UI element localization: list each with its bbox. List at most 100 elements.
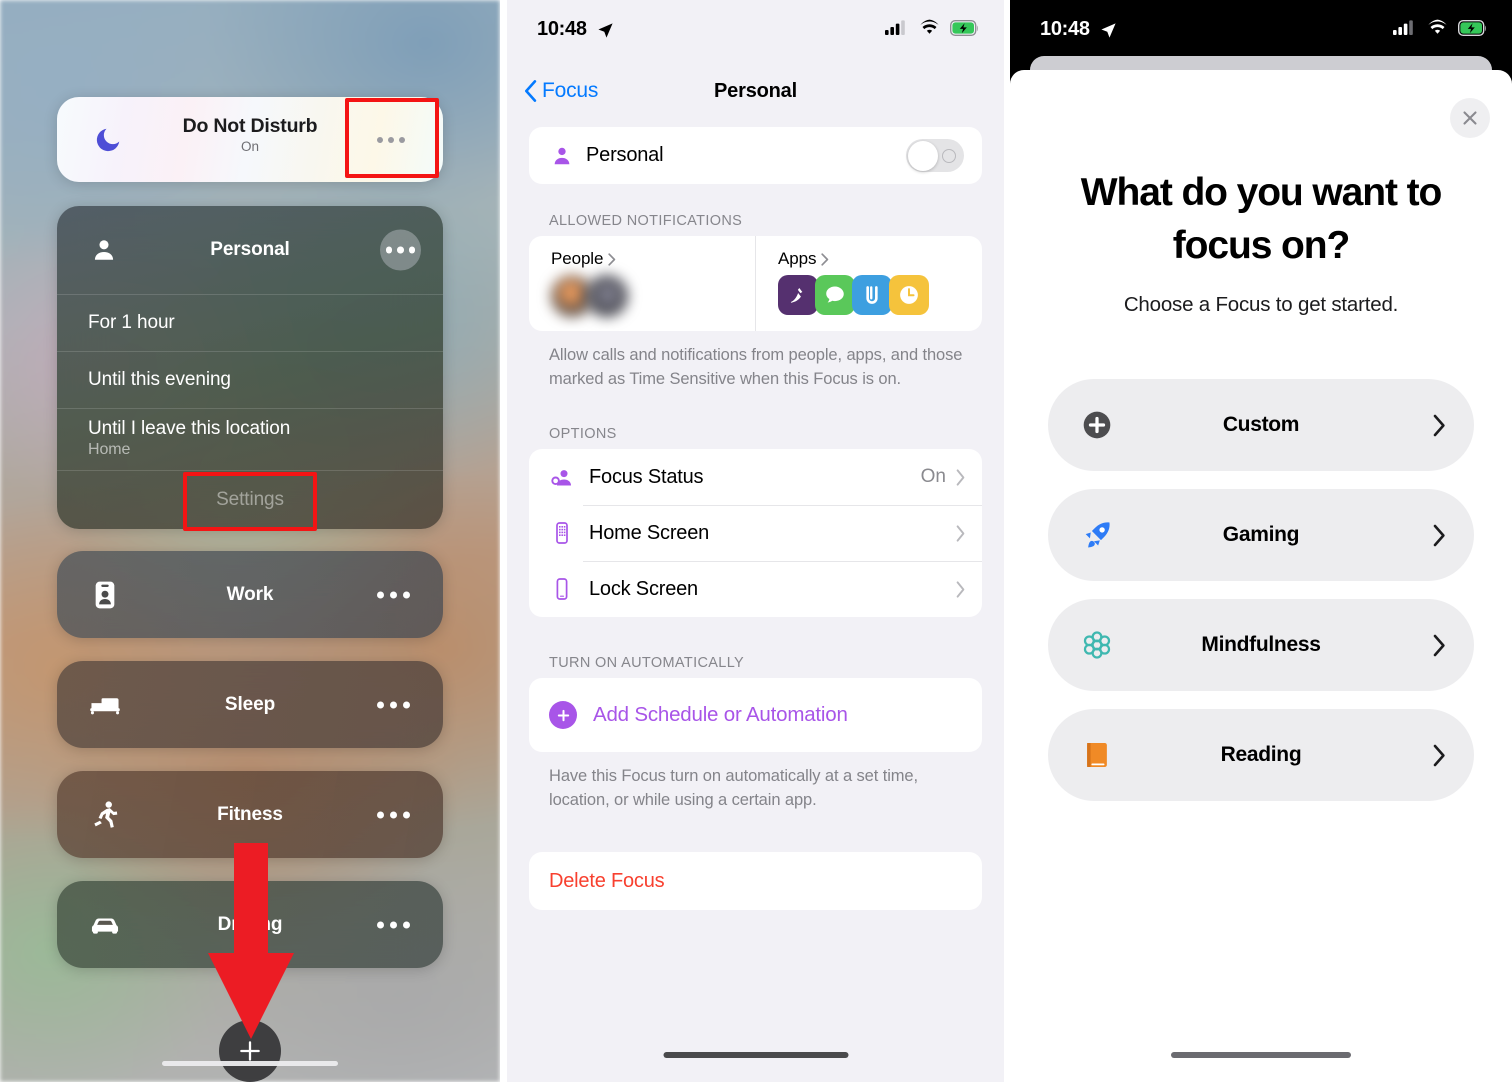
- focus-pill-sleep[interactable]: Sleep: [57, 661, 443, 748]
- option-lock-screen[interactable]: Lock Screen: [529, 561, 982, 617]
- option-label: Focus Status: [589, 465, 704, 488]
- duration-option-until-leave-location[interactable]: Until I leave this location Home: [57, 408, 443, 470]
- rocket-icon: [1078, 516, 1116, 554]
- focus-status-icon: [549, 464, 575, 490]
- wifi-icon: [920, 19, 939, 34]
- battery-charging-icon: [1458, 19, 1486, 36]
- focus-pill-more-button[interactable]: [377, 811, 410, 818]
- option-home-screen[interactable]: Home Screen: [529, 505, 982, 561]
- toggle-off-indicator: [942, 148, 956, 163]
- focus-option-reading[interactable]: Reading: [1048, 709, 1474, 801]
- cellular-icon: [885, 20, 905, 35]
- panel-settings-personal: 10:48 Focus Personal Personal ALLOWED NO…: [507, 0, 1004, 1082]
- page-title: Personal: [714, 79, 797, 102]
- toggle-knob: [907, 140, 938, 171]
- close-icon: [1463, 111, 1477, 125]
- chevron-right-icon: [956, 468, 965, 486]
- add-schedule-label: Add Schedule or Automation: [593, 703, 848, 726]
- focus-option-list: Custom Gaming Mindfulness Reading: [1010, 379, 1512, 801]
- people-tile[interactable]: People: [529, 236, 755, 331]
- personal-toggle[interactable]: [906, 139, 964, 172]
- mail-app-icon: [852, 275, 892, 315]
- dnd-more-button[interactable]: [377, 136, 405, 143]
- option-label: Lock Screen: [589, 577, 698, 600]
- status-bar-time: 10:48: [537, 18, 587, 40]
- flower-icon: [1078, 626, 1116, 664]
- turn-on-automatically-footnote: Have this Focus turn on automatically at…: [549, 767, 918, 809]
- duration-option-for-1-hour[interactable]: For 1 hour: [57, 294, 443, 351]
- chevron-right-icon: [821, 252, 829, 266]
- turn-on-automatically-header: TURN ON AUTOMATICALLY: [549, 655, 745, 671]
- dnd-title: Do Not Disturb: [182, 115, 318, 137]
- option-label: Home Screen: [589, 521, 710, 544]
- settings-button[interactable]: Settings: [57, 470, 443, 529]
- home-indicator: [162, 1060, 338, 1066]
- delete-focus-card: Delete Focus: [529, 852, 982, 910]
- chevron-right-icon: [1433, 414, 1445, 436]
- focus-pill-work[interactable]: Work: [57, 551, 443, 638]
- do-not-disturb-card[interactable]: Do Not Disturb On: [57, 97, 443, 182]
- apps-label: Apps: [778, 249, 817, 268]
- wifi-icon: [1428, 19, 1447, 34]
- focus-pill-more-button[interactable]: [377, 921, 410, 928]
- down-arrow-annotation: [208, 843, 294, 1039]
- sheet-title: What do you want to focus on?: [1080, 171, 1442, 267]
- close-button[interactable]: [1450, 98, 1490, 138]
- battery-charging-icon: [950, 19, 978, 36]
- options-card: Focus Status On Home Screen Lock Screen: [529, 449, 982, 617]
- duration-label: Until I leave this location: [88, 418, 291, 439]
- options-header: OPTIONS: [549, 426, 617, 442]
- cellular-icon: [1393, 20, 1413, 35]
- delete-focus-button[interactable]: Delete Focus: [529, 852, 982, 910]
- allowed-notifications-header: ALLOWED NOTIFICATIONS: [549, 213, 743, 229]
- duration-label: Until this evening: [88, 369, 231, 390]
- duration-label: For 1 hour: [88, 312, 175, 333]
- personal-enable-row[interactable]: Personal: [529, 127, 982, 184]
- home-indicator: [1171, 1052, 1351, 1058]
- panel-control-center: Do Not Disturb On Personal For 1 hour Un…: [0, 0, 500, 1082]
- home-indicator: [663, 1052, 848, 1058]
- chevron-right-icon: [1433, 524, 1445, 546]
- allowed-notifications-footnote: Allow calls and notifications from peopl…: [549, 346, 963, 388]
- avatar: [586, 275, 628, 317]
- sheet-subtitle: Choose a Focus to get started.: [1123, 293, 1399, 316]
- chevron-right-icon: [956, 524, 965, 542]
- focus-pill-more-button[interactable]: [377, 701, 410, 708]
- add-schedule-or-automation-button[interactable]: Add Schedule or Automation: [529, 678, 982, 752]
- chevron-right-icon: [608, 252, 616, 266]
- status-bar: 10:48: [1010, 0, 1512, 62]
- plus-circle-icon: [549, 701, 577, 729]
- apps-tile[interactable]: Apps: [755, 236, 982, 331]
- lock-screen-icon: [549, 576, 575, 602]
- chevron-right-icon: [956, 580, 965, 598]
- focus-picker-sheet: What do you want to focus on? Choose a F…: [1010, 70, 1512, 1082]
- focus-option-custom[interactable]: Custom: [1048, 379, 1474, 471]
- podcasts-app-icon: [778, 275, 818, 315]
- personal-more-button[interactable]: [380, 229, 421, 271]
- personal-card-header[interactable]: Personal: [57, 206, 443, 294]
- location-arrow-icon: [1101, 23, 1116, 38]
- chevron-right-icon: [1433, 744, 1445, 766]
- add-schedule-card: Add Schedule or Automation: [529, 678, 982, 752]
- status-bar-time: 10:48: [1040, 18, 1090, 40]
- allowed-notifications-card: People Apps: [529, 236, 982, 331]
- location-arrow-icon: [598, 23, 613, 38]
- focus-option-gaming[interactable]: Gaming: [1048, 489, 1474, 581]
- home-screen-icon: [549, 520, 575, 546]
- option-value: On: [920, 466, 946, 487]
- personal-label: Personal: [586, 144, 664, 166]
- duration-option-until-evening[interactable]: Until this evening: [57, 351, 443, 408]
- status-bar: 10:48: [507, 0, 1004, 62]
- messages-app-icon: [815, 275, 855, 315]
- panel-focus-picker: 10:48 What do you want to focus on? Choo…: [1010, 0, 1512, 1082]
- chevron-right-icon: [1433, 634, 1445, 656]
- plus-circle-icon: [1078, 406, 1116, 444]
- people-label: People: [551, 249, 604, 268]
- duration-sublabel: Home: [88, 441, 131, 458]
- person-icon: [549, 143, 574, 168]
- navigation-bar: Focus Personal: [507, 62, 1004, 120]
- focus-pill-more-button[interactable]: [377, 591, 410, 598]
- focus-option-mindfulness[interactable]: Mindfulness: [1048, 599, 1474, 691]
- option-focus-status[interactable]: Focus Status On: [529, 449, 982, 505]
- book-icon: [1078, 736, 1116, 774]
